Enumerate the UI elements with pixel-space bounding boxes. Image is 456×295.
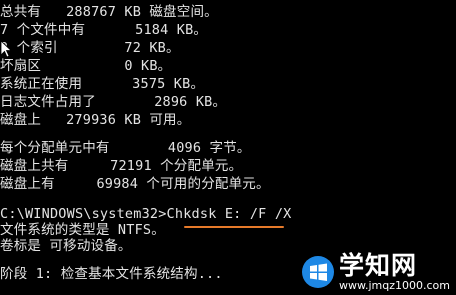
- console-line: 每个分配单元中有 4096 字节。: [0, 140, 251, 156]
- mouse-cursor-icon: [0, 40, 12, 58]
- command-underline: [184, 226, 284, 228]
- command-line: C:\WINDOWS\system32>Chkdsk E: /F /X: [0, 206, 292, 222]
- windows-logo-icon: [302, 256, 334, 288]
- console-line: 磁盘上有 69984 个可用的分配单元。: [0, 176, 270, 192]
- console-window[interactable]: 总共有 288767 KB 磁盘空间。 7 个文件中有 5184 KB。 3 个…: [0, 0, 456, 295]
- console-line: 3 个索引 72 KB。: [0, 40, 180, 56]
- console-line: 磁盘上共有 72191 个分配单元。: [0, 158, 243, 174]
- console-line: 7 个文件中有 5184 KB。: [0, 22, 208, 38]
- console-line: 坏扇区 0 KB。: [0, 58, 172, 74]
- console-line: 卷标是 可移动设备。: [0, 238, 132, 254]
- site-watermark: 学知网 www.jmqz1000.com: [301, 253, 450, 291]
- console-line: 文件系统的类型是 NTFS。: [0, 222, 165, 238]
- watermark-url: www.jmqz1000.com: [339, 279, 450, 292]
- console-line: 磁盘上 279936 KB 可用。: [0, 112, 191, 128]
- console-line: 日志文件占用了 2896 KB。: [0, 94, 227, 110]
- console-line: 系统正在使用 3575 KB。: [0, 76, 205, 92]
- console-line: 总共有 288767 KB 磁盘空间。: [0, 4, 218, 20]
- console-line: 阶段 1: 检查基本文件系统结构...: [0, 266, 223, 282]
- watermark-title: 学知网: [339, 251, 418, 280]
